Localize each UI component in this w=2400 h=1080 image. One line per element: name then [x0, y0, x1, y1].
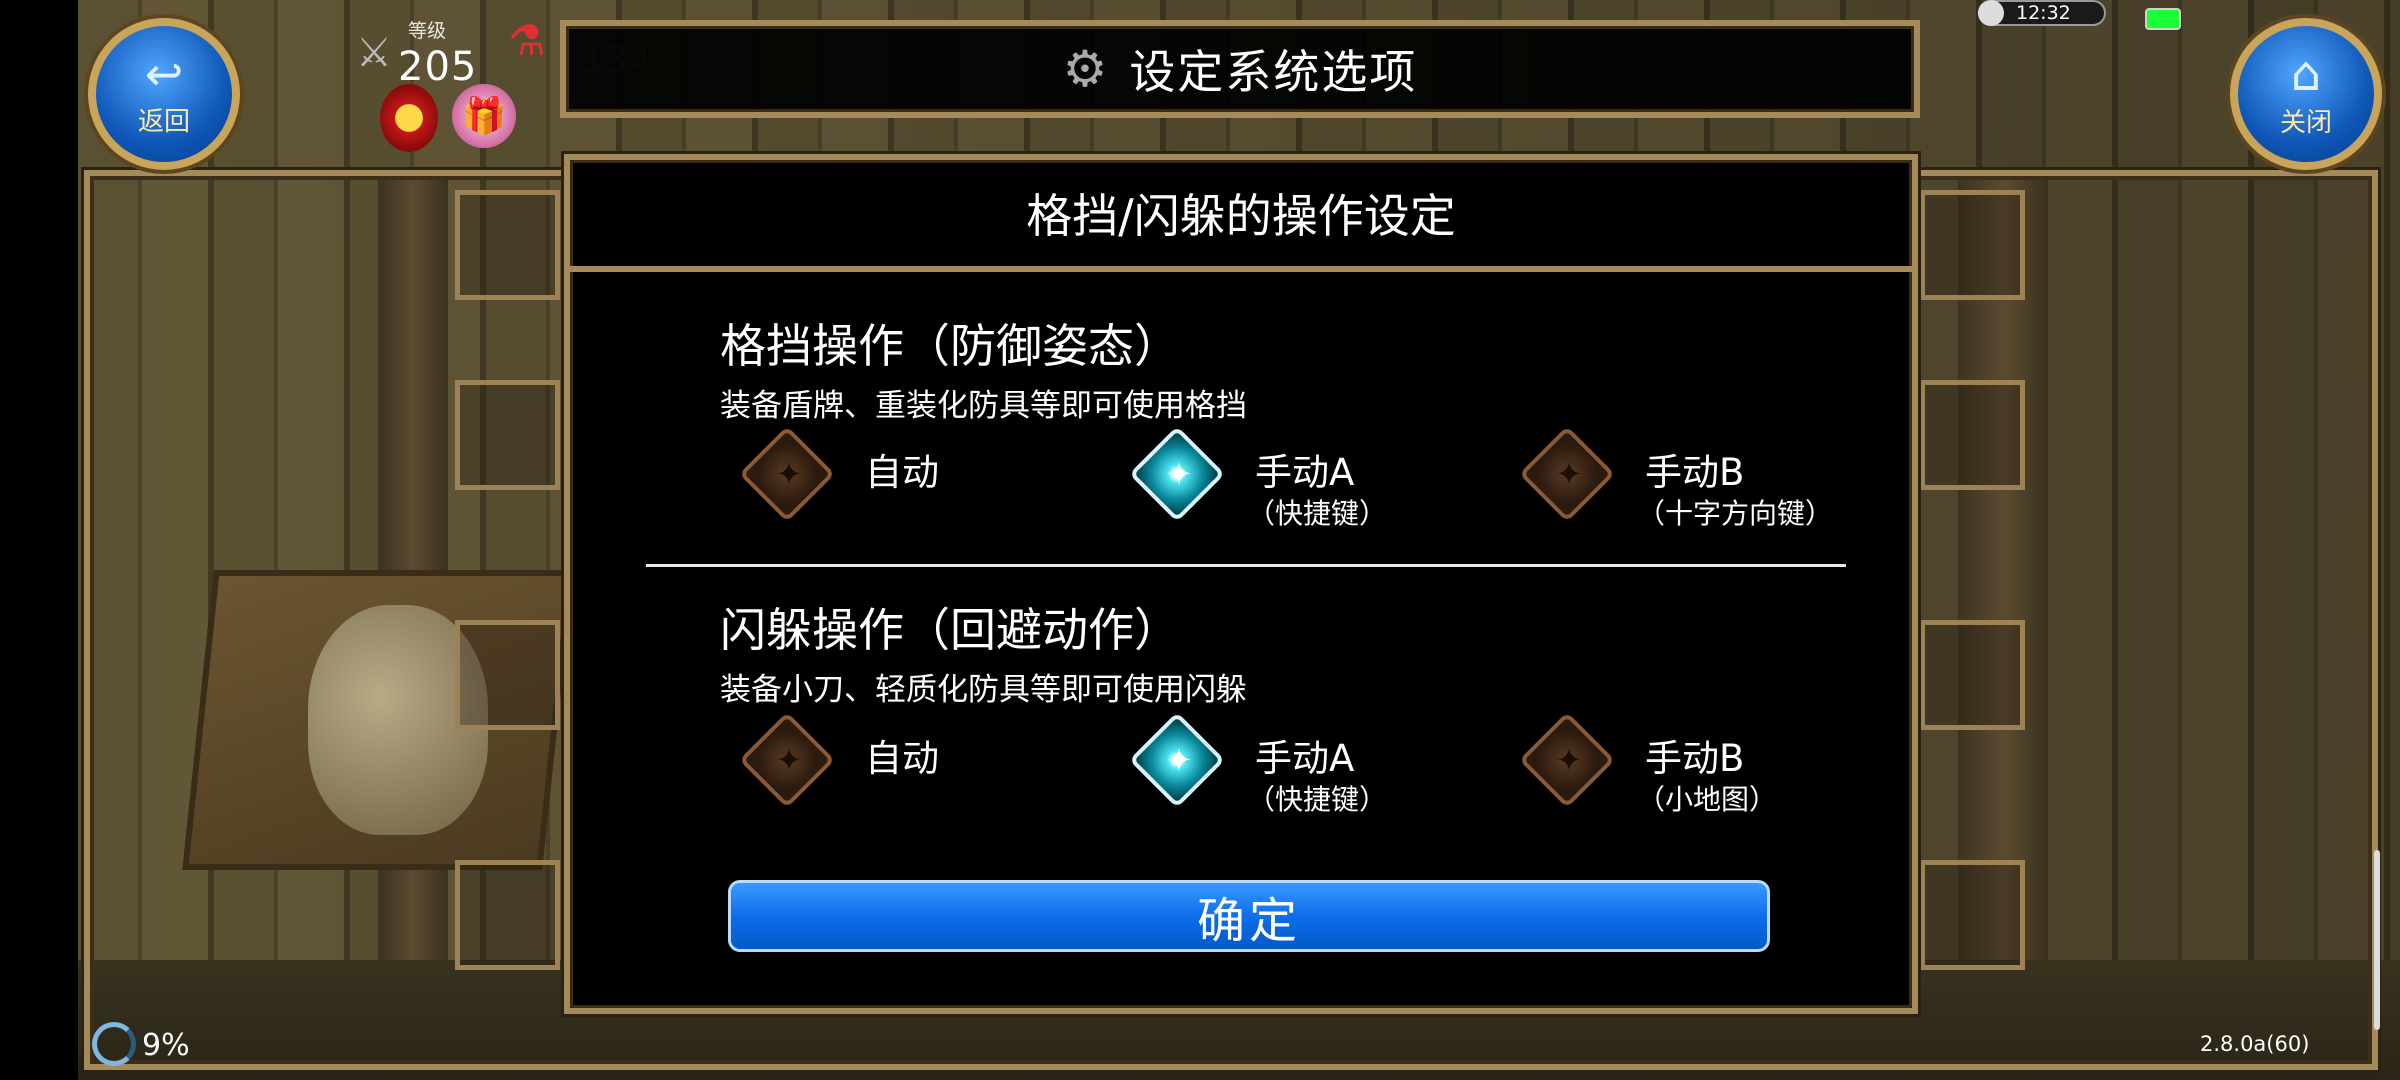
dodge-section-title: 闪躲操作（回避动作）: [720, 603, 1180, 657]
star-icon: ✦: [775, 455, 803, 493]
level-indicator: 等级 205: [358, 10, 488, 90]
clock-indicator: 12:32: [1978, 0, 2106, 26]
option-label: 手动A: [1255, 737, 1355, 780]
close-button[interactable]: ⌂ 关闭: [2230, 18, 2382, 170]
option-label: 手动B: [1645, 451, 1745, 494]
gift-icon[interactable]: 🎁: [452, 84, 516, 148]
side-tab: [1920, 380, 2025, 490]
block-option-manual-b[interactable]: ✦ 手动B （十字方向键）: [1518, 425, 1885, 544]
dodge-option-manual-a[interactable]: ✦ 手动A （快捷键）: [1128, 711, 1475, 830]
home-icon: ⌂: [2290, 45, 2322, 102]
medal-icon[interactable]: [380, 84, 438, 152]
star-icon: ✦: [1555, 455, 1583, 493]
section-divider: [646, 564, 1846, 567]
side-tab: [1920, 620, 2025, 730]
star-icon: ✦: [775, 741, 803, 779]
dodge-section-desc: 装备小刀、轻质化防具等即可使用闪躲: [720, 672, 1247, 708]
dodge-option-auto[interactable]: ✦ 自动: [738, 711, 1045, 830]
option-label: 手动A: [1255, 451, 1355, 494]
confirm-label: 确定: [1196, 893, 1301, 949]
title-bar: ⚙ 设定系统选项: [560, 20, 1920, 118]
option-sublabel: （快捷键）: [1247, 497, 1388, 530]
battery-icon: [2145, 8, 2181, 30]
clock-icon: [1978, 0, 2004, 26]
side-tab: [455, 620, 560, 730]
level-label: 等级: [408, 20, 447, 42]
back-button[interactable]: ↩ 返回: [88, 18, 240, 170]
side-tab: [455, 380, 560, 490]
block-option-auto[interactable]: ✦ 自动: [738, 425, 1045, 544]
version-label: 2.8.0a(60): [2200, 1032, 2310, 1056]
block-section-title: 格挡操作（防御姿态）: [720, 319, 1180, 373]
option-sublabel: （小地图）: [1637, 783, 1778, 816]
option-sublabel: （十字方向键）: [1637, 497, 1834, 530]
potion-icon[interactable]: ⚗: [508, 16, 546, 65]
confirm-button[interactable]: 确定: [728, 880, 1770, 952]
side-tab: [1920, 190, 2025, 300]
scrollbar[interactable]: [2374, 850, 2380, 1030]
back-label: 返回: [137, 106, 190, 137]
settings-dialog: 格挡/闪躲的操作设定 格挡操作（防御姿态） 装备盾牌、重装化防具等即可使用格挡 …: [564, 154, 1918, 1014]
block-section-desc: 装备盾牌、重装化防具等即可使用格挡: [720, 388, 1247, 424]
loading-icon: [92, 1022, 136, 1066]
block-section: 格挡操作（防御姿态） 装备盾牌、重装化防具等即可使用格挡: [720, 310, 1820, 425]
dodge-section: 闪躲操作（回避动作） 装备小刀、轻质化防具等即可使用闪躲: [720, 594, 1820, 709]
block-option-manual-a[interactable]: ✦ 手动A （快捷键）: [1128, 425, 1475, 544]
star-icon: ✦: [1555, 741, 1583, 779]
dodge-option-manual-b[interactable]: ✦ 手动B （小地图）: [1518, 711, 1885, 830]
dialog-title: 格挡/闪躲的操作设定: [1026, 189, 1456, 243]
dialog-header: 格挡/闪躲的操作设定: [570, 160, 1912, 272]
option-label: 手动B: [1645, 737, 1745, 780]
side-tab: [1920, 860, 2025, 970]
side-tab: [455, 860, 560, 970]
star-icon: ✦: [1165, 741, 1193, 779]
gear-icon: ⚙: [1062, 40, 1108, 98]
loading-percent: 9%: [142, 1028, 190, 1063]
side-tab: [455, 190, 560, 300]
option-sublabel: （快捷键）: [1247, 783, 1388, 816]
clock-time: 12:32: [2016, 2, 2071, 24]
option-label: 自动: [865, 737, 939, 780]
close-label: 关闭: [2279, 107, 2332, 138]
back-arrow-icon: ↩: [144, 46, 184, 101]
page-title: 设定系统选项: [1129, 45, 1418, 99]
star-icon: ✦: [1165, 455, 1193, 493]
option-label: 自动: [865, 451, 939, 494]
